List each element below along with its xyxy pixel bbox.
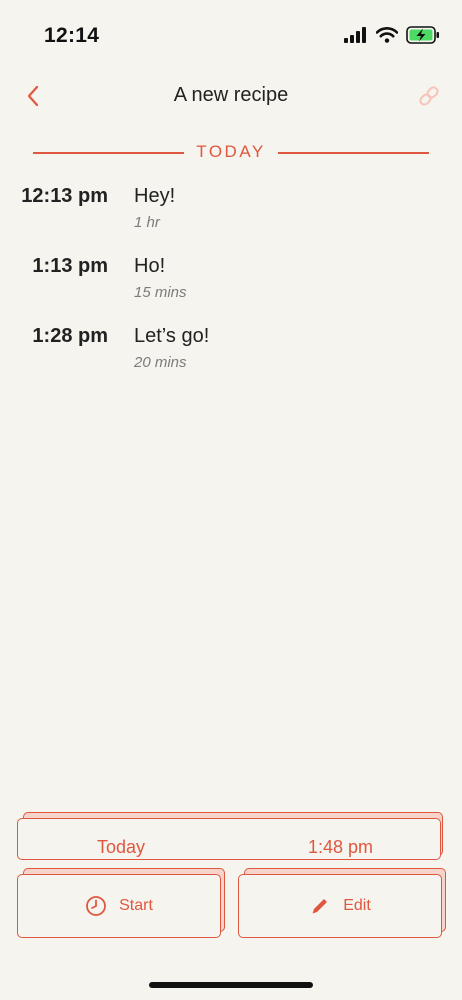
link-icon [419, 86, 439, 106]
step-time: 12:13 pm [21, 185, 108, 207]
home-indicator[interactable] [149, 982, 313, 988]
status-bar: 12:14 [0, 0, 462, 70]
step-item[interactable]: 1:28 pm Let’s go! 20 mins [0, 322, 462, 392]
step-duration: 20 mins [134, 354, 187, 371]
step-name: Let’s go! [134, 325, 210, 347]
schedule-card[interactable]: Today 1:48 pm [17, 818, 441, 860]
step-item[interactable]: 1:13 pm Ho! 15 mins [0, 252, 462, 322]
start-button-content[interactable]: Start [17, 874, 221, 938]
step-duration: 15 mins [134, 284, 187, 301]
step-name: Ho! [134, 255, 166, 277]
edit-button[interactable]: Edit [238, 868, 450, 942]
nav-bar: A new recipe [0, 76, 462, 116]
step-item[interactable]: 12:13 pm Hey! 1 hr [0, 182, 462, 252]
schedule-date[interactable]: Today [97, 837, 145, 858]
edit-button-content[interactable]: Edit [238, 874, 442, 938]
step-list: 12:13 pm Hey! 1 hr 1:13 pm Ho! 15 mins 1… [0, 182, 462, 392]
status-icons [344, 26, 440, 44]
edit-label: Edit [343, 897, 371, 914]
battery-charging-icon [406, 26, 439, 44]
schedule-time[interactable]: 1:48 pm [308, 837, 373, 858]
cellular-signal-icon [344, 27, 366, 43]
start-button[interactable]: Start [17, 868, 229, 942]
share-link-button[interactable] [416, 82, 442, 110]
step-time: 1:28 pm [32, 325, 108, 347]
page-title: A new recipe [173, 84, 289, 106]
pencil-icon [312, 899, 328, 914]
schedule-selector[interactable]: Today 1:48 pm [17, 812, 447, 862]
wifi-icon [376, 27, 398, 43]
status-time: 12:14 [44, 24, 100, 47]
step-duration: 1 hr [134, 214, 160, 231]
divider-line-right [278, 152, 429, 154]
step-name: Hey! [134, 185, 176, 207]
clock-icon [86, 896, 106, 916]
step-time: 1:13 pm [32, 255, 108, 277]
start-label: Start [119, 897, 153, 914]
section-header-today: TODAY [33, 140, 429, 164]
